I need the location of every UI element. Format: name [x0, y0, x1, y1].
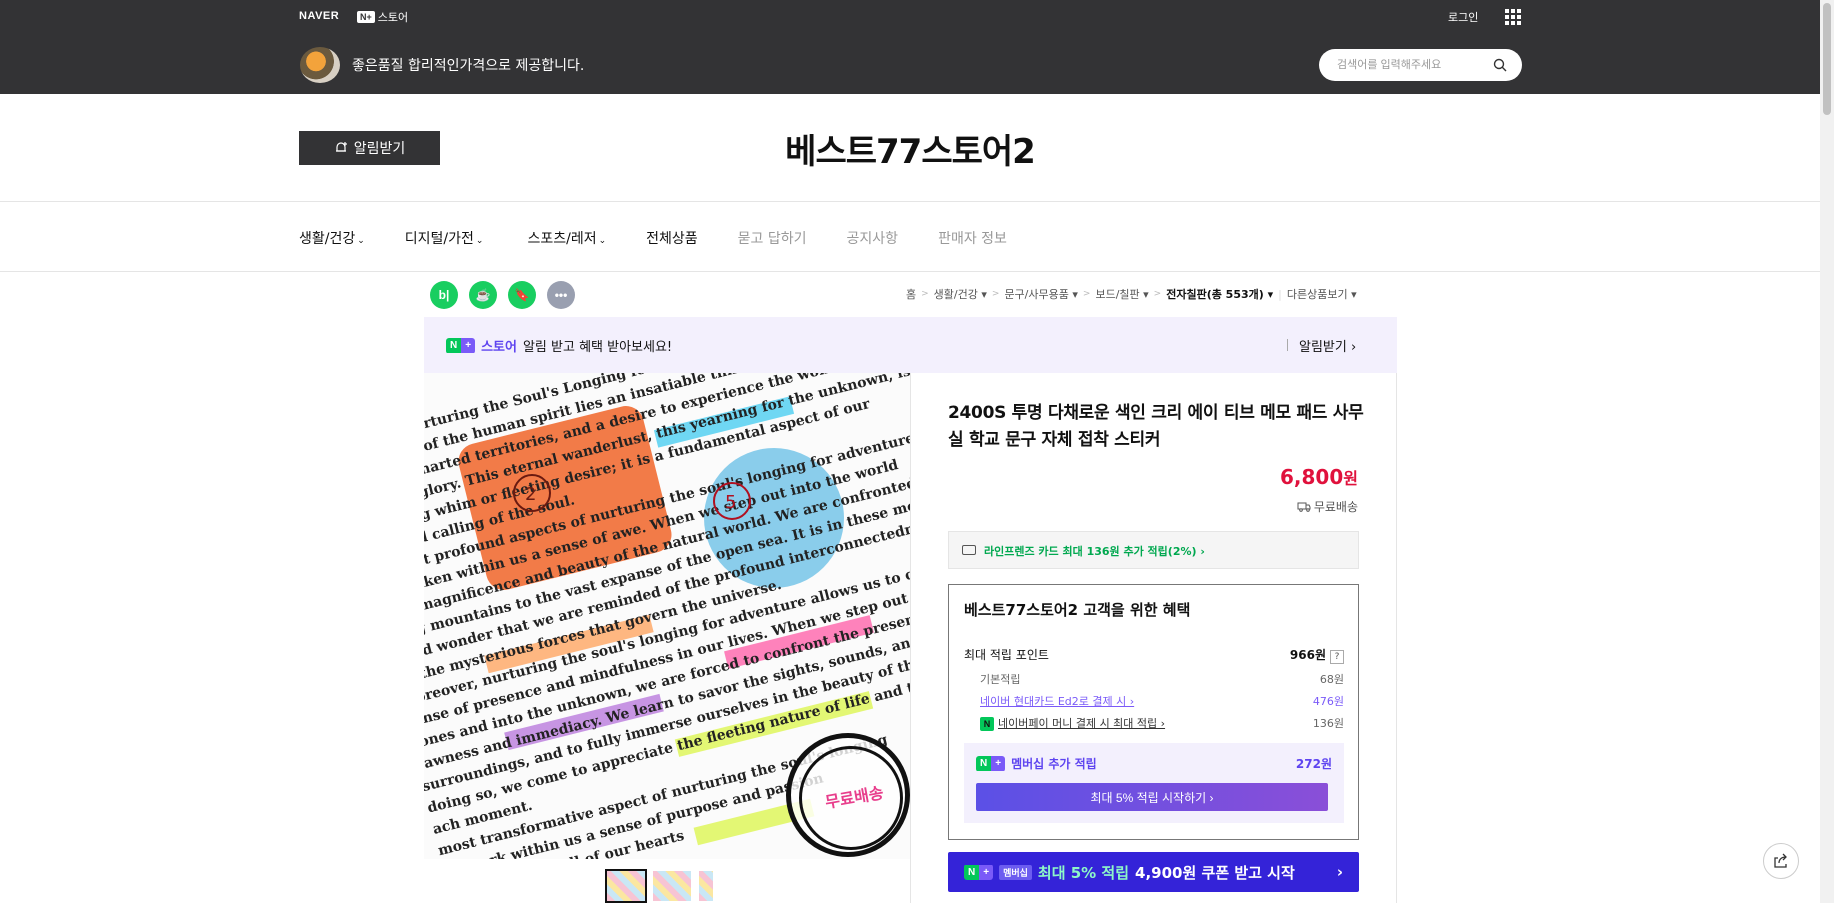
menu-item-2[interactable]: 스포츠/레저 ⌄ — [527, 228, 606, 248]
membership-box: N + 멤버십 추가 적립 272원 최대 5% 적립 시작하기 › — [964, 743, 1344, 823]
basic-points-value: 68원 — [1319, 673, 1344, 686]
page-scrollbar[interactable] — [1820, 0, 1834, 903]
scrollbar-thumb[interactable] — [1823, 3, 1831, 115]
search-box — [1319, 49, 1522, 81]
chevron-right-icon: › — [1336, 863, 1343, 881]
menu-item-5[interactable]: 공지사항 — [847, 228, 899, 248]
store-notify-banner: N + 스토어 알림 받고 혜택 받아보세요! 알림받기 › — [424, 317, 1397, 373]
hyundai-card-value: 476원 — [1312, 695, 1344, 708]
chevron-down-icon: ⌄ — [357, 236, 365, 246]
nplus-store-logo[interactable]: N+ 스토어 — [357, 9, 408, 25]
menu-item-4[interactable]: 묻고 답하기 — [738, 228, 807, 248]
breadcrumb-home[interactable]: 홈 — [906, 286, 916, 302]
max-points-row: 최대 적립 포인트 966원? — [964, 646, 1344, 664]
more-icon[interactable]: ••• — [547, 281, 575, 309]
nplus-logo-icon: N + — [446, 338, 476, 354]
card-benefit-text[interactable]: 라인프렌즈 카드 최대 136원 추가 적립(2%) › — [984, 543, 1205, 559]
membership-promo-banner[interactable]: N + 멤버십 최대 5% 적립 4,900원 쿠폰 받고 시작 › — [948, 852, 1359, 892]
bookmark-icon[interactable]: 🔖 — [508, 281, 536, 309]
menu-divider — [0, 271, 1820, 272]
breadcrumb-separator: > — [921, 289, 929, 299]
npay-icon: N — [980, 717, 994, 731]
nplus-badge: N+ — [357, 11, 375, 23]
credit-card-icon — [962, 545, 976, 555]
breadcrumb-divider: | — [1278, 287, 1282, 301]
share-icons-row: b| ☕ 🔖 ••• — [430, 281, 575, 309]
membership-row: N + 멤버십 추가 적립 272원 — [976, 755, 1332, 772]
promo-text: 4,900원 쿠폰 받고 시작 — [1135, 863, 1295, 882]
max-points-value: 966원? — [1290, 646, 1344, 664]
banner-message: N + 스토어 알림 받고 혜택 받아보세요! — [446, 336, 672, 355]
thumbnail-1[interactable] — [605, 869, 647, 903]
store-title[interactable]: 베스트77스토어2 — [0, 124, 1820, 173]
product-price: 6,800원 — [1280, 465, 1358, 489]
stamp-text: 무료배송 — [823, 783, 885, 812]
membership-value: 272원 — [1295, 757, 1332, 771]
menu-item-0[interactable]: 생활/건강 ⌄ — [299, 228, 365, 248]
header-divider — [0, 201, 1820, 202]
npay-row: N 네이버페이 머니 결제 시 최대 적립 › 136원 — [964, 715, 1344, 731]
share-icon — [1774, 853, 1787, 868]
cafe-icon[interactable]: ☕ — [469, 281, 497, 309]
chevron-down-icon: ⌄ — [475, 236, 484, 246]
note-number-2: 2 — [525, 484, 536, 505]
menu-item-6[interactable]: 판매자 정보 — [938, 228, 1007, 248]
breadcrumb-separator: > — [991, 289, 1000, 299]
nplus-logo-icon: N + — [964, 864, 994, 880]
banner-store-word: 스토어 — [481, 340, 517, 355]
breadcrumb-cat1[interactable]: 생활/건강 ▾ — [934, 286, 987, 302]
breadcrumb-cat3[interactable]: 보드/칠판 ▾ — [1095, 286, 1148, 302]
nplus-logo-icon: N + — [976, 756, 1006, 772]
shipping-info: 무료배송 — [1200, 498, 1358, 515]
hyundai-card-row: 네이버 현대카드 Ed2로 결제 시 › 476원 — [964, 693, 1344, 709]
search-input[interactable] — [1337, 55, 1487, 75]
store-profile-image[interactable] — [300, 47, 340, 83]
hyundai-card-link[interactable]: 네이버 현대카드 Ed2로 결제 시 › — [964, 693, 1134, 709]
membership-tag: 멤버십 — [999, 864, 1032, 880]
circle-number-2-drawing: 2 — [513, 474, 551, 512]
banner-text: 알림 받고 혜택 받아보세요! — [522, 340, 673, 355]
help-icon[interactable]: ? — [1330, 650, 1344, 664]
thumbnail-2[interactable] — [653, 871, 691, 901]
membership-start-button[interactable]: 최대 5% 적립 시작하기 › — [976, 783, 1328, 811]
naver-logo[interactable]: NAVER — [299, 10, 339, 22]
free-shipping-stamp: 무료배송 — [786, 733, 910, 857]
search-icon[interactable] — [1493, 58, 1507, 72]
basic-points-label: 기본적립 — [980, 673, 1021, 686]
app-grid-icon[interactable] — [1505, 9, 1521, 25]
blog-icon[interactable]: b| — [430, 281, 458, 309]
npay-value: 136원 — [1312, 717, 1344, 730]
chevron-down-icon: ⌄ — [598, 236, 607, 246]
thumbnail-3[interactable] — [699, 871, 713, 901]
truck-icon — [1297, 502, 1311, 512]
menu-item-3[interactable]: 전체상품 — [646, 228, 698, 248]
product-main-image[interactable]: derlust: Nurturing the Soul's Longing fo… — [424, 373, 910, 859]
card-benefit-box[interactable]: 라인프렌즈 카드 최대 136원 추가 적립(2%) › — [948, 531, 1359, 569]
breadcrumb-separator: > — [1153, 289, 1162, 299]
menu-item-1[interactable]: 디지털/가전 ⌄ — [405, 228, 484, 248]
breadcrumb-separator: > — [1082, 289, 1091, 299]
product-name: 2400S 투명 다채로운 색인 크리 에이 티브 메모 패드 사무실 학교 문… — [948, 403, 1364, 450]
image-thumbnails — [605, 869, 713, 903]
other-products-link[interactable]: 다른상품보기 ▾ — [1287, 286, 1357, 302]
membership-label: N + 멤버십 추가 적립 — [976, 755, 1097, 772]
note-number-5: 5 — [725, 492, 736, 513]
benefit-title: 베스트77스토어2 고객을 위한 혜택 — [964, 601, 1191, 619]
npay-label[interactable]: N 네이버페이 머니 결제 시 최대 적립 › — [964, 715, 1165, 731]
nplus-store-label: 스토어 — [377, 11, 409, 24]
breadcrumb: 홈 > 생활/건강 ▾ > 문구/사무용품 ▾ > 보드/칠판 ▾ > 전자칠판… — [906, 286, 1357, 302]
banner-alarm-link[interactable]: 알림받기 › — [1286, 336, 1356, 355]
top-bar: NAVER N+ 스토어 로그인 좋은품질 합리적인가격으로 제공합니다. — [0, 0, 1820, 94]
share-button[interactable] — [1763, 843, 1799, 879]
store-slogan: 좋은품질 합리적인가격으로 제공합니다. — [352, 58, 585, 74]
login-link[interactable]: 로그인 — [1448, 9, 1478, 25]
breadcrumb-cat4[interactable]: 전자칠판(총 553개) ▾ — [1166, 286, 1273, 302]
breadcrumb-cat2[interactable]: 문구/사무용품 ▾ — [1004, 286, 1077, 302]
store-benefit-box: 베스트77스토어2 고객을 위한 혜택 최대 적립 포인트 966원? 기본적립… — [948, 584, 1359, 840]
promo-highlight: 최대 5% 적립 — [1037, 863, 1130, 882]
category-menu: 생활/건강 ⌄ 디지털/가전 ⌄ 스포츠/레저 ⌄ 전체상품 묻고 답하기 공지사항 판매자 정보 — [299, 228, 1007, 248]
basic-points-row: 기본적립 68원 — [964, 671, 1344, 687]
circle-number-5-drawing: 5 — [713, 482, 751, 520]
max-points-label: 최대 적립 포인트 — [964, 648, 1049, 662]
